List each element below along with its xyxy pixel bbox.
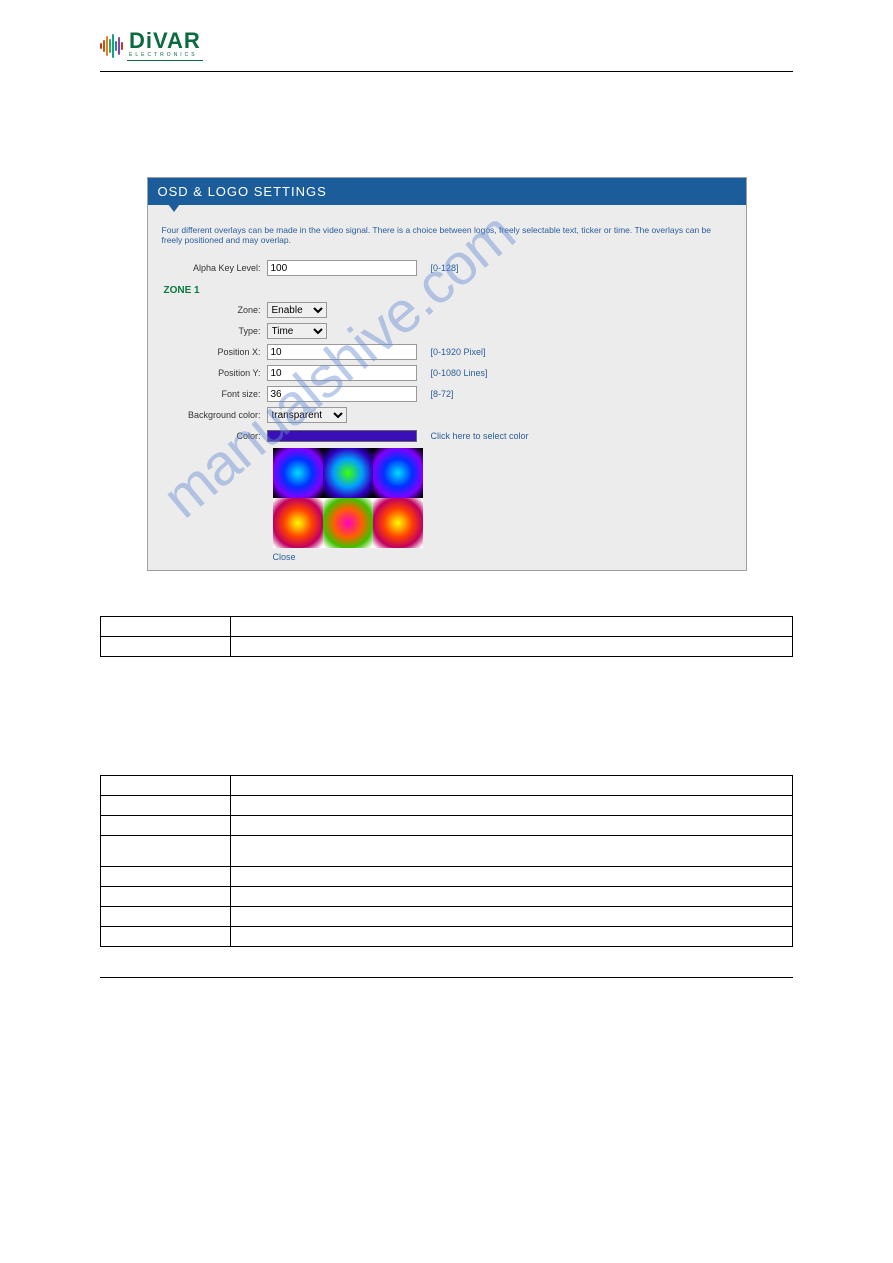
close-palette-link[interactable]: Close	[273, 552, 732, 562]
panel-intro-text: Four different overlays can be made in t…	[162, 225, 732, 245]
table-row: Alpha Key Level Transparency of the OSD …	[101, 637, 793, 657]
zone14-heading: Zone 1 – 4:	[100, 675, 793, 690]
header-doc-code: DPS-3318 rev.1.1	[751, 36, 793, 56]
logo-sub-text: ELECTRONICS	[129, 52, 201, 58]
palette-cell[interactable]	[273, 498, 323, 548]
table-row: ColorSelect a font color from the color …	[101, 907, 793, 927]
bgcolor-select[interactable]: transparent	[267, 407, 347, 423]
color-palette[interactable]	[273, 448, 423, 548]
intro-paragraph: Four different overlays can be made in t…	[100, 112, 793, 142]
footer-right: page 20 of 32	[738, 986, 793, 996]
color-swatch[interactable]	[267, 430, 417, 442]
alpha-key-hint: [0-128]	[431, 263, 459, 273]
table-row: Font sizeFont size for the text	[101, 867, 793, 887]
posy-input[interactable]	[267, 365, 417, 381]
palette-cell[interactable]	[373, 448, 423, 498]
zone-label: Zone:	[162, 305, 267, 315]
posx-label: Position X:	[162, 347, 267, 357]
general-heading: General:	[100, 591, 793, 606]
fontsize-input[interactable]	[267, 386, 417, 402]
posy-label: Position Y:	[162, 368, 267, 378]
palette-cell[interactable]	[323, 448, 373, 498]
page-footer: DIVAR Electronics Ltd. page 20 of 32	[100, 977, 793, 996]
palette-cell[interactable]	[323, 498, 373, 548]
palette-cell[interactable]	[373, 498, 423, 548]
logo: DiVAR ELECTRONICS	[100, 30, 203, 61]
table1-h1: Option	[101, 617, 231, 637]
osd-settings-panel: OSD & LOGO SETTINGS Four different overl…	[147, 177, 747, 571]
zone14-p1: Each zone has its own settings. Activate…	[100, 700, 793, 715]
section-heading-osd: 4.4.1 OSD & LOGO Settings	[100, 87, 793, 102]
panel-notch-icon	[168, 204, 180, 212]
fontsize-label: Font size:	[162, 389, 267, 399]
posy-hint: [0-1080 Lines]	[431, 368, 488, 378]
panel-title: OSD & LOGO SETTINGS	[148, 178, 746, 205]
table-row: TextThe text to show in this zone. Speci…	[101, 836, 793, 867]
page-header: DiVAR ELECTRONICS DPS-3318 rev.1.1	[100, 30, 793, 72]
bgcolor-label: Background color:	[162, 410, 267, 420]
table-row: Hor. ScrollIf enabled the text will move…	[101, 927, 793, 947]
type-label: Type:	[162, 326, 267, 336]
soundwave-icon	[100, 31, 123, 61]
fontsize-hint: [8-72]	[431, 389, 454, 399]
logo-main-text: DiVAR	[129, 30, 201, 52]
alpha-key-input[interactable]	[267, 260, 417, 276]
screenshot-caption: OSD & LOGO SETTINGS screenshot example w…	[100, 152, 793, 167]
general-options-table: Option Description Alpha Key Level Trans…	[100, 616, 793, 657]
posx-input[interactable]	[267, 344, 417, 360]
type-text-options-table: Option Description Position XHorizontal …	[100, 775, 793, 947]
table-row: Position YVertical position of the text …	[101, 816, 793, 836]
table-row: Position XHorizontal position of the tex…	[101, 796, 793, 816]
color-label: Color:	[162, 431, 267, 441]
zone14-p2: Depending on the selected type, required…	[100, 725, 793, 740]
table2-h2: Description	[231, 776, 793, 796]
zone-select[interactable]: Enable	[267, 302, 327, 318]
palette-cell[interactable]	[273, 448, 323, 498]
type-text-heading: Type text:	[100, 750, 793, 765]
zone1-heading: ZONE 1	[164, 285, 732, 296]
table2-h1: Option	[101, 776, 231, 796]
color-picker-link[interactable]: Click here to select color	[431, 431, 529, 441]
type-select[interactable]: Time	[267, 323, 327, 339]
footer-left: DIVAR Electronics Ltd.	[100, 986, 191, 996]
alpha-key-label: Alpha Key Level:	[162, 263, 267, 273]
table-row: Background colorSet a solid background c…	[101, 887, 793, 907]
posx-hint: [0-1920 Pixel]	[431, 347, 486, 357]
table1-h2: Description	[231, 617, 793, 637]
